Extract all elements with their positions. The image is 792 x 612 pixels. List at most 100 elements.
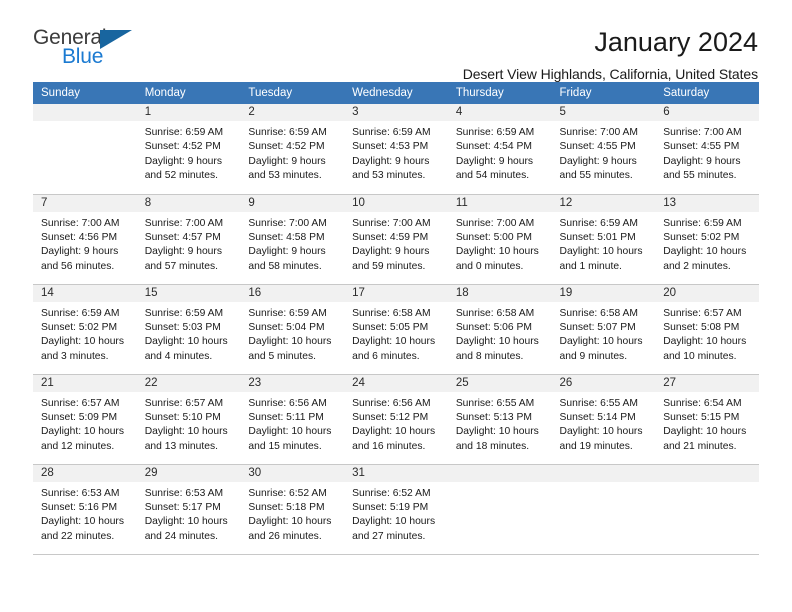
day-number (447, 464, 552, 482)
calendar-day-cell[interactable]: 21 Sunrise: 6:57 AM Sunset: 5:09 PM Dayligh… (33, 374, 137, 465)
daylight-text-line2: and 59 minutes. (352, 260, 426, 272)
calendar-day-cell[interactable]: 9 Sunrise: 7:00 AM Sunset: 4:58 PM Daylight… (240, 194, 345, 285)
daylight-text-line2: and 6 minutes. (352, 350, 420, 362)
day-details: Sunrise: 6:58 AM Sunset: 5:07 PM Daylight:… (552, 302, 656, 365)
day-number: 19 (551, 284, 656, 302)
daylight-text-line2: and 53 minutes. (248, 170, 322, 182)
daylight-text-line2: and 54 minutes. (455, 170, 530, 182)
sunrise-text: Sunrise: 6:57 AM (41, 397, 120, 409)
sunrise-text: Sunrise: 6:55 AM (559, 397, 638, 409)
day-number: 21 (33, 374, 137, 392)
sunrise-text: Sunrise: 6:54 AM (663, 397, 742, 409)
day-number: 26 (551, 374, 656, 392)
daylight-text-line2: and 13 minutes. (144, 440, 218, 452)
sunrise-text: Sunrise: 6:59 AM (248, 127, 327, 138)
calendar-day-cell[interactable]: 18 Sunrise: 6:58 AM Sunset: 5:06 PM Dayligh… (447, 284, 552, 375)
calendar-day-cell[interactable]: 14 Sunrise: 6:59 AM Sunset: 5:02 PM Dayligh… (33, 284, 137, 375)
daylight-text-line1: Daylight: 10 hours (248, 426, 332, 438)
sunset-text: Sunset: 5:19 PM (352, 501, 429, 513)
calendar-day-cell[interactable]: 2 Sunrise: 6:59 AM Sunset: 4:52 PM Daylight… (240, 104, 345, 195)
calendar-week-row: 1 Sunrise: 6:59 AM Sunset: 4:52 PM Daylight… (33, 104, 759, 195)
sunset-text: Sunset: 5:17 PM (144, 501, 221, 513)
calendar-day-cell[interactable]: 12 Sunrise: 6:59 AM Sunset: 5:01 PM Dayligh… (551, 194, 656, 285)
sunset-text: Sunset: 4:55 PM (559, 141, 636, 153)
day-number: 16 (240, 284, 345, 302)
calendar-day-cell[interactable]: 20 Sunrise: 6:57 AM Sunset: 5:08 PM Dayligh… (655, 284, 759, 375)
day-number: 27 (655, 374, 759, 392)
weekday-header-saturday: Saturday (655, 82, 759, 104)
logo-triangle-icon (100, 30, 132, 49)
day-number: 1 (136, 104, 241, 121)
day-number: 17 (344, 284, 448, 302)
day-details: Sunrise: 6:59 AM Sunset: 5:01 PM Daylight:… (552, 212, 656, 275)
calendar-day-cell[interactable]: 10 Sunrise: 7:00 AM Sunset: 4:59 PM Dayligh… (344, 194, 448, 285)
day-number (33, 104, 137, 121)
calendar-table: Sunday Monday Tuesday Wednesday Thursday… (33, 82, 759, 555)
sunset-text: Sunset: 4:52 PM (248, 141, 325, 153)
calendar-day-cell[interactable]: 16 Sunrise: 6:59 AM Sunset: 5:04 PM Dayligh… (240, 284, 345, 375)
day-number: 3 (344, 104, 448, 121)
sunrise-text: Sunrise: 6:58 AM (455, 307, 535, 319)
daylight-text-line1: Daylight: 10 hours (352, 516, 436, 528)
sunset-text: Sunset: 5:18 PM (248, 501, 325, 513)
sunrise-text: Sunrise: 6:59 AM (248, 307, 327, 319)
day-number: 8 (136, 194, 241, 212)
calendar-day-cell[interactable]: 22 Sunrise: 6:57 AM Sunset: 5:10 PM Dayligh… (136, 374, 241, 465)
sunrise-text: Sunrise: 6:52 AM (352, 487, 431, 499)
day-number: 6 (655, 104, 759, 121)
day-details: Sunrise: 7:00 AM Sunset: 4:55 PM Daylight:… (552, 121, 656, 184)
calendar-day-cell[interactable]: 4 Sunrise: 6:59 AM Sunset: 4:54 PM Daylight… (447, 104, 552, 195)
calendar-day-cell[interactable]: 27 Sunrise: 6:54 AM Sunset: 5:15 PM Dayligh… (655, 374, 759, 465)
calendar-day-cell[interactable]: 11 Sunrise: 7:00 AM Sunset: 5:00 PM Dayligh… (447, 194, 552, 285)
calendar-day-cell[interactable]: 31 Sunrise: 6:52 AM Sunset: 5:19 PM Dayligh… (344, 464, 448, 555)
daylight-text-line1: Daylight: 9 hours (144, 155, 222, 167)
day-number: 4 (447, 104, 552, 121)
daylight-text-line2: and 27 minutes. (352, 530, 426, 542)
sunset-text: Sunset: 4:55 PM (663, 141, 740, 153)
calendar-day-cell[interactable]: 28 Sunrise: 6:53 AM Sunset: 5:16 PM Dayligh… (33, 464, 137, 555)
calendar-day-cell[interactable]: 29 Sunrise: 6:53 AM Sunset: 5:17 PM Dayligh… (136, 464, 241, 555)
daylight-text-line2: and 5 minutes. (248, 350, 316, 362)
day-details: Sunrise: 6:52 AM Sunset: 5:18 PM Daylight:… (240, 482, 344, 545)
sunrise-text: Sunrise: 7:00 AM (352, 217, 431, 229)
daylight-text-line2: and 22 minutes. (41, 530, 115, 542)
day-details: Sunrise: 6:59 AM Sunset: 4:52 PM Daylight:… (137, 121, 241, 184)
daylight-text-line2: and 4 minutes. (144, 350, 213, 362)
day-number: 10 (344, 194, 448, 212)
daylight-text-line1: Daylight: 9 hours (41, 246, 119, 258)
calendar-day-cell[interactable]: 7 Sunrise: 7:00 AM Sunset: 4:56 PM Daylight… (33, 194, 137, 285)
calendar-day-cell[interactable]: 26 Sunrise: 6:55 AM Sunset: 5:14 PM Dayligh… (551, 374, 656, 465)
calendar-day-cell[interactable]: 6 Sunrise: 7:00 AM Sunset: 4:55 PM Daylight… (655, 104, 759, 195)
calendar-day-cell[interactable]: 19 Sunrise: 6:58 AM Sunset: 5:07 PM Dayligh… (551, 284, 656, 375)
calendar-day-cell[interactable]: 1 Sunrise: 6:59 AM Sunset: 4:52 PM Daylight… (136, 104, 241, 195)
day-number (655, 464, 759, 482)
calendar-day-cell[interactable]: 24 Sunrise: 6:56 AM Sunset: 5:12 PM Dayligh… (344, 374, 448, 465)
calendar-day-cell[interactable]: 8 Sunrise: 7:00 AM Sunset: 4:57 PM Daylight… (136, 194, 241, 285)
calendar-day-cell[interactable]: 17 Sunrise: 6:58 AM Sunset: 5:05 PM Dayligh… (344, 284, 448, 375)
sunset-text: Sunset: 5:12 PM (352, 411, 429, 423)
calendar-header-row: Sunday Monday Tuesday Wednesday Thursday… (33, 82, 759, 104)
daylight-text-line2: and 12 minutes. (41, 440, 115, 452)
daylight-text-line1: Daylight: 10 hours (352, 336, 436, 348)
daylight-text-line2: and 56 minutes. (41, 260, 115, 272)
calendar-day-cell[interactable]: 13 Sunrise: 6:59 AM Sunset: 5:02 PM Dayligh… (655, 194, 759, 285)
calendar-day-cell[interactable]: 30 Sunrise: 6:52 AM Sunset: 5:18 PM Dayligh… (240, 464, 345, 555)
weekday-header-monday: Monday (136, 82, 241, 104)
calendar-day-cell[interactable]: 3 Sunrise: 6:59 AM Sunset: 4:53 PM Daylight… (344, 104, 448, 195)
day-details: Sunrise: 6:58 AM Sunset: 5:05 PM Daylight:… (344, 302, 448, 365)
sunrise-text: Sunrise: 7:00 AM (41, 217, 120, 229)
sunrise-text: Sunrise: 6:53 AM (41, 487, 120, 499)
calendar-day-cell[interactable]: 23 Sunrise: 6:56 AM Sunset: 5:11 PM Dayligh… (240, 374, 345, 465)
logo-text-blue: Blue (62, 45, 104, 68)
day-details: Sunrise: 6:57 AM Sunset: 5:08 PM Daylight:… (655, 302, 759, 365)
sunrise-text: Sunrise: 6:56 AM (248, 397, 327, 409)
day-details: Sunrise: 6:53 AM Sunset: 5:17 PM Daylight:… (137, 482, 241, 545)
day-number: 7 (33, 194, 137, 212)
daylight-text-line1: Daylight: 10 hours (41, 426, 124, 438)
daylight-text-line2: and 8 minutes. (455, 350, 524, 362)
calendar-day-cell[interactable]: 15 Sunrise: 6:59 AM Sunset: 5:03 PM Dayligh… (136, 284, 241, 375)
day-details: Sunrise: 6:56 AM Sunset: 5:11 PM Daylight:… (240, 392, 344, 455)
calendar-day-cell[interactable]: 5 Sunrise: 7:00 AM Sunset: 4:55 PM Daylight… (551, 104, 656, 195)
calendar-day-cell[interactable]: 25 Sunrise: 6:55 AM Sunset: 5:13 PM Dayligh… (447, 374, 552, 465)
general-blue-logo[interactable]: General Blue (33, 26, 153, 72)
